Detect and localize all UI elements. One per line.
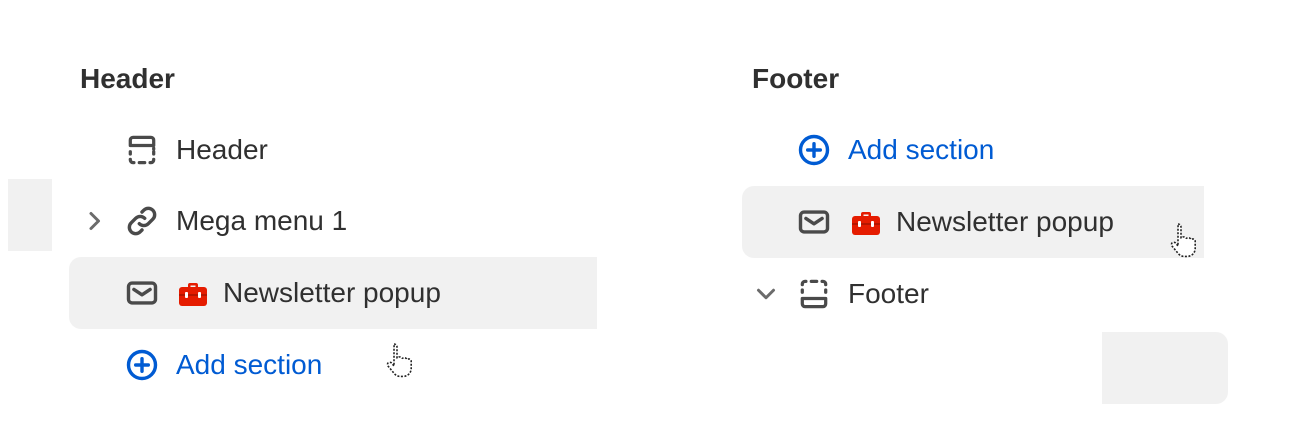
app-toolbox-icon — [177, 279, 209, 309]
hand-cursor-icon — [1168, 218, 1212, 262]
drag-ghost-remnant — [1102, 332, 1228, 404]
section-item-newsletter-popup[interactable]: Newsletter popup — [69, 257, 597, 329]
section-item-label: Newsletter popup — [223, 277, 441, 308]
section-item-mega-menu[interactable]: Mega menu 1 — [70, 185, 596, 257]
section-item-newsletter-popup[interactable]: Newsletter popup — [742, 186, 1204, 258]
plus-circle-icon — [122, 347, 162, 383]
mail-icon — [794, 204, 834, 240]
footer-layout-icon — [794, 276, 834, 312]
header-group-title: Header — [80, 63, 175, 94]
chevron-right-icon[interactable] — [82, 207, 106, 235]
footer-group-panel: Footer Add section Newsletter popup Foot… — [672, 0, 1316, 446]
drag-ghost-remnant — [8, 179, 52, 251]
section-item-label: Footer — [848, 278, 929, 309]
mail-icon — [122, 275, 162, 311]
add-section-button-header[interactable]: Add section — [70, 329, 370, 401]
link-icon — [122, 203, 162, 239]
section-item-footer[interactable]: Footer — [742, 258, 1204, 330]
chevron-down-icon[interactable] — [752, 280, 780, 308]
add-section-label: Add section — [848, 134, 995, 165]
section-item-label: Mega menu 1 — [176, 205, 348, 236]
header-layout-icon — [122, 132, 162, 168]
header-group-panel: Header Header Mega menu 1 Newsletter pop… — [0, 0, 640, 446]
add-section-button-footer[interactable]: Add section — [742, 114, 1042, 186]
plus-circle-icon — [794, 132, 834, 168]
footer-group-title: Footer — [752, 63, 840, 94]
add-section-label: Add section — [176, 349, 323, 380]
section-item-label: Header — [176, 134, 268, 165]
app-toolbox-icon — [850, 208, 882, 238]
section-item-header[interactable]: Header — [70, 114, 596, 186]
section-item-label: Newsletter popup — [896, 206, 1114, 237]
hand-cursor-icon — [384, 338, 428, 382]
